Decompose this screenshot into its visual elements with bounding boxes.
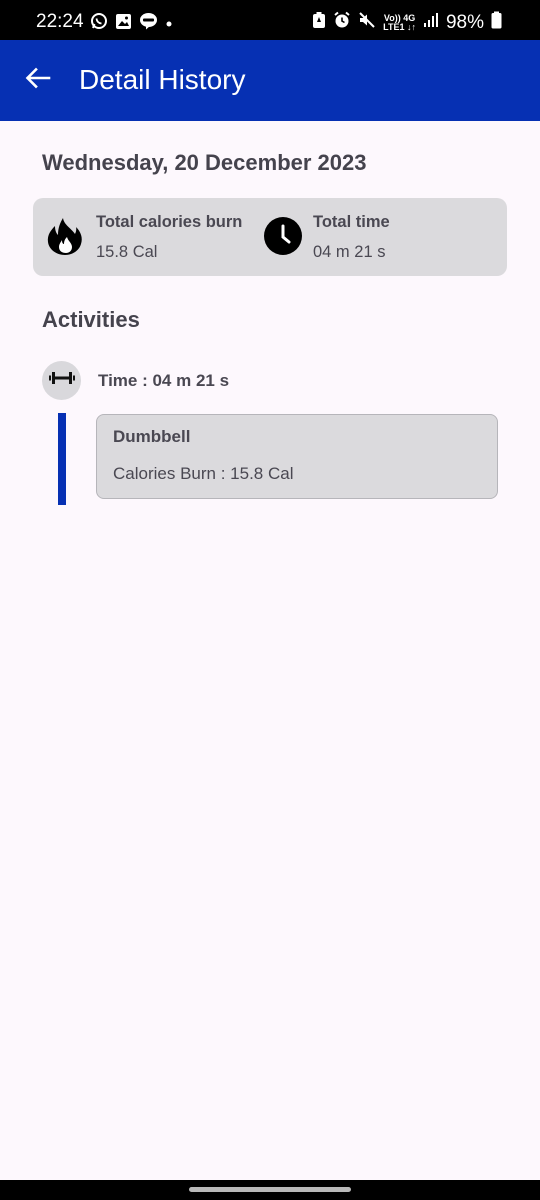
calories-label: Total calories burn — [96, 213, 243, 231]
time-value: 04 m 21 s — [313, 243, 386, 261]
signal-icon — [423, 12, 439, 33]
status-notification-icons — [90, 12, 173, 35]
clock-icon — [263, 216, 303, 256]
alarm-icon — [333, 11, 351, 34]
network-type-icon: Vo)) 4G LTE1 ↓↑ — [383, 12, 416, 32]
timeline-bar — [58, 413, 66, 505]
home-gesture-handle[interactable] — [189, 1187, 351, 1192]
activity-name: Dumbbell — [113, 427, 191, 446]
app-bar: Detail History — [0, 40, 540, 121]
arrow-left-icon — [25, 67, 51, 94]
dumbbell-icon — [48, 370, 76, 391]
navigation-bar — [0, 1180, 540, 1200]
activity-icon — [42, 361, 81, 400]
status-bar: 22:24 Vo)) 4G LTE1 ↓↑ 98% — [0, 0, 540, 40]
time-summary: Total time 04 m 21 s — [263, 198, 507, 276]
battery-saver-icon — [312, 11, 326, 34]
whatsapp-icon — [90, 12, 108, 35]
mute-icon — [358, 11, 376, 34]
calories-summary: Total calories burn 15.8 Cal — [33, 198, 263, 276]
activity-calories: Calories Burn : 15.8 Cal — [113, 464, 294, 483]
page-title: Detail History — [79, 64, 246, 95]
time-label: Total time — [313, 213, 390, 231]
battery-icon — [491, 11, 502, 34]
status-system-icons: Vo)) 4G LTE1 ↓↑ 98% — [312, 11, 502, 34]
back-button[interactable] — [18, 60, 58, 100]
fire-icon — [45, 216, 85, 256]
date-heading: Wednesday, 20 December 2023 — [42, 150, 367, 175]
calories-value: 15.8 Cal — [96, 243, 158, 261]
activity-time: Time : 04 m 21 s — [98, 371, 230, 390]
activity-card[interactable]: Dumbbell Calories Burn : 15.8 Cal — [96, 414, 498, 499]
line-app-icon — [139, 12, 158, 35]
notification-dot-icon — [165, 15, 173, 33]
gallery-icon — [115, 13, 132, 35]
status-time: 22:24 — [36, 11, 84, 32]
summary-card: Total calories burn 15.8 Cal Total time … — [33, 198, 507, 276]
activities-heading: Activities — [42, 307, 140, 332]
battery-percent: 98% — [445, 11, 484, 33]
